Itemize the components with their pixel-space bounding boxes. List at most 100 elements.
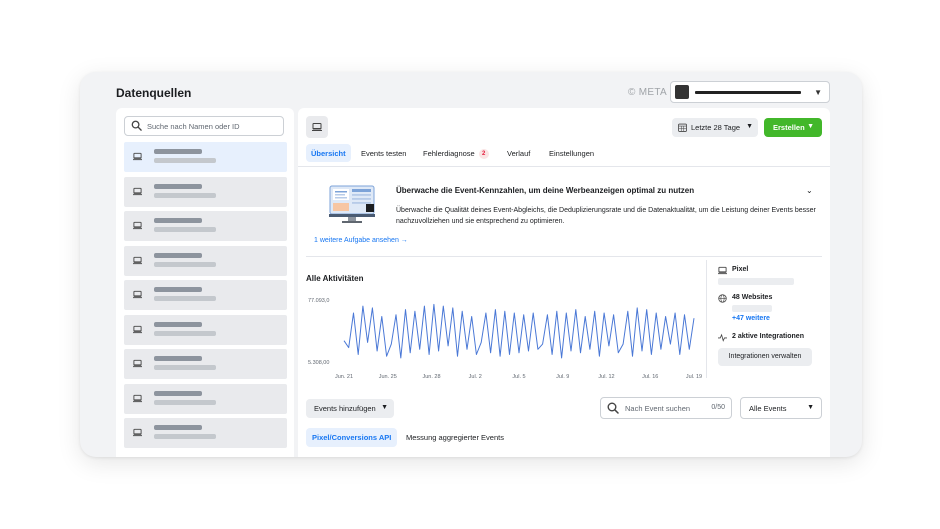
source-name-redacted [154, 183, 202, 189]
calendar-icon [678, 123, 687, 132]
tab-divider [298, 166, 830, 167]
x-tick-label: Jul. 19 [686, 374, 702, 380]
x-tick-label: Jun. 21 [335, 374, 353, 380]
monitor-icon [133, 152, 142, 161]
chart-title: Alle Aktivitäten [306, 274, 364, 283]
source-list-item[interactable] [124, 245, 287, 276]
event-search-input[interactable] [625, 402, 701, 414]
source-search-input[interactable] [147, 119, 277, 133]
source-id-redacted [154, 434, 216, 439]
event-filter-label: Alle Events [749, 404, 787, 413]
source-id-redacted [154, 261, 216, 267]
source-list-item[interactable] [124, 349, 287, 379]
page-title: Datenquellen [116, 86, 192, 100]
source-name-redacted [154, 425, 202, 430]
x-tick-label: Jul. 5 [512, 374, 525, 380]
x-tick-label: Jul. 2 [469, 374, 482, 380]
y-tick-label: 5.308,00 [308, 360, 329, 366]
source-id-redacted [154, 158, 216, 163]
event-search-box[interactable]: 0/50 [600, 397, 732, 419]
monitor-icon [718, 266, 727, 275]
pixel-icon-tile [306, 116, 328, 138]
source-id-redacted [154, 330, 216, 336]
source-id-redacted [154, 192, 216, 198]
tab-pixel-conversions-api[interactable]: Pixel/Conversions API [306, 428, 398, 447]
websites-count: 48 Websites [732, 294, 773, 301]
add-events-button[interactable]: Events hinzufügen ▼ [306, 399, 394, 418]
add-events-label: Events hinzufügen [314, 404, 376, 413]
source-list-item[interactable] [124, 314, 287, 345]
more-tasks-link[interactable]: 1 weitere Aufgabe ansehen → [314, 237, 408, 244]
manage-integrations-button[interactable]: Integrationen verwalten [718, 348, 812, 366]
event-filter-select[interactable]: Alle Events ▼ [740, 397, 822, 419]
x-tick-label: Jul. 9 [556, 374, 569, 380]
source-list-item[interactable] [124, 176, 287, 207]
more-websites-link[interactable]: +47 weitere [732, 315, 770, 322]
chevron-down-icon[interactable]: ⌄ [806, 186, 813, 195]
info-card-title: Überwache die Event-Kennzahlen, um deine… [396, 186, 695, 195]
source-name-redacted [154, 218, 202, 223]
chevron-down-icon: ▼ [807, 404, 814, 411]
monitor-icon [133, 394, 142, 402]
source-name-redacted [154, 149, 202, 154]
account-selector[interactable]: ▼ [670, 81, 830, 103]
chevron-down-icon: ▼ [814, 88, 822, 97]
monitor-icon [133, 187, 142, 195]
tab-settings[interactable]: Einstellungen [544, 144, 599, 162]
diagnostics-badge: 2 [478, 149, 489, 159]
vertical-divider [706, 260, 707, 378]
source-name-redacted [154, 356, 202, 361]
integrations-count: 2 aktive Integrationen [732, 333, 804, 340]
monitor-icon [312, 123, 322, 131]
source-list-item[interactable] [124, 211, 287, 241]
x-tick-label: Jul. 16 [642, 374, 658, 380]
x-tick-label: Jun. 28 [422, 374, 440, 380]
activity-pulse-icon [718, 333, 727, 342]
tab-test-events[interactable]: Events testen [356, 144, 411, 162]
monitor-icon [133, 428, 142, 437]
monitor-icon [133, 221, 142, 230]
chevron-down-icon: ▼ [381, 404, 388, 411]
monitor-illustration [329, 185, 375, 223]
tab-overview[interactable]: Übersicht [306, 144, 351, 162]
monitor-icon [133, 256, 142, 264]
source-id-redacted [154, 296, 216, 301]
source-list-item[interactable] [124, 142, 287, 172]
tab-history[interactable]: Verlauf [502, 144, 535, 162]
website-redacted [732, 305, 772, 312]
data-source-list [116, 108, 294, 457]
globe-icon [718, 294, 727, 303]
top-bar: Datenquellen © META ▼ [80, 72, 862, 110]
source-list-item[interactable] [124, 418, 287, 448]
monitor-icon [133, 290, 142, 299]
source-search-box[interactable] [124, 116, 284, 136]
tab-aggregated-events[interactable]: Messung aggregierter Events [400, 428, 510, 447]
create-button[interactable]: Erstellen ▼ [764, 118, 822, 137]
date-range-label: Letzte 28 Tage [691, 123, 741, 132]
date-range-button[interactable]: Letzte 28 Tage ▼ [672, 118, 758, 137]
chevron-down-icon: ▼ [807, 123, 814, 130]
activity-series-line [343, 303, 695, 359]
source-id-redacted [154, 365, 216, 370]
search-icon [607, 402, 619, 414]
source-name-redacted [154, 287, 202, 292]
app-window: Datenquellen © META ▼ Suche nach Namen o… [80, 72, 862, 457]
activity-chart: 77.093,0 5.308,00 Jun. 21 Jun. 25 Jun. 28 Jul… [308, 298, 702, 380]
x-tick-label: Jun. 25 [379, 374, 397, 380]
create-label: Erstellen [773, 123, 805, 132]
main-panel: Letzte 28 Tage ▼ Erstellen ▼ Übersicht E… [298, 108, 830, 457]
monitor-icon [133, 325, 142, 333]
account-avatar [675, 85, 689, 99]
source-list-item[interactable] [124, 280, 287, 310]
y-tick-label: 77.093,0 [308, 298, 329, 304]
meta-watermark: © META [628, 87, 667, 98]
source-list-item[interactable] [124, 383, 287, 414]
search-icon [131, 120, 142, 131]
pixel-type-label: Pixel [732, 266, 749, 273]
tab-diagnostics[interactable]: Fehlerdiagnose 2 [418, 144, 494, 162]
pixel-id-redacted [718, 278, 794, 285]
account-name-redacted [695, 91, 801, 94]
source-name-redacted [154, 252, 202, 258]
monitor-icon [133, 359, 142, 368]
source-name-redacted [154, 321, 202, 327]
